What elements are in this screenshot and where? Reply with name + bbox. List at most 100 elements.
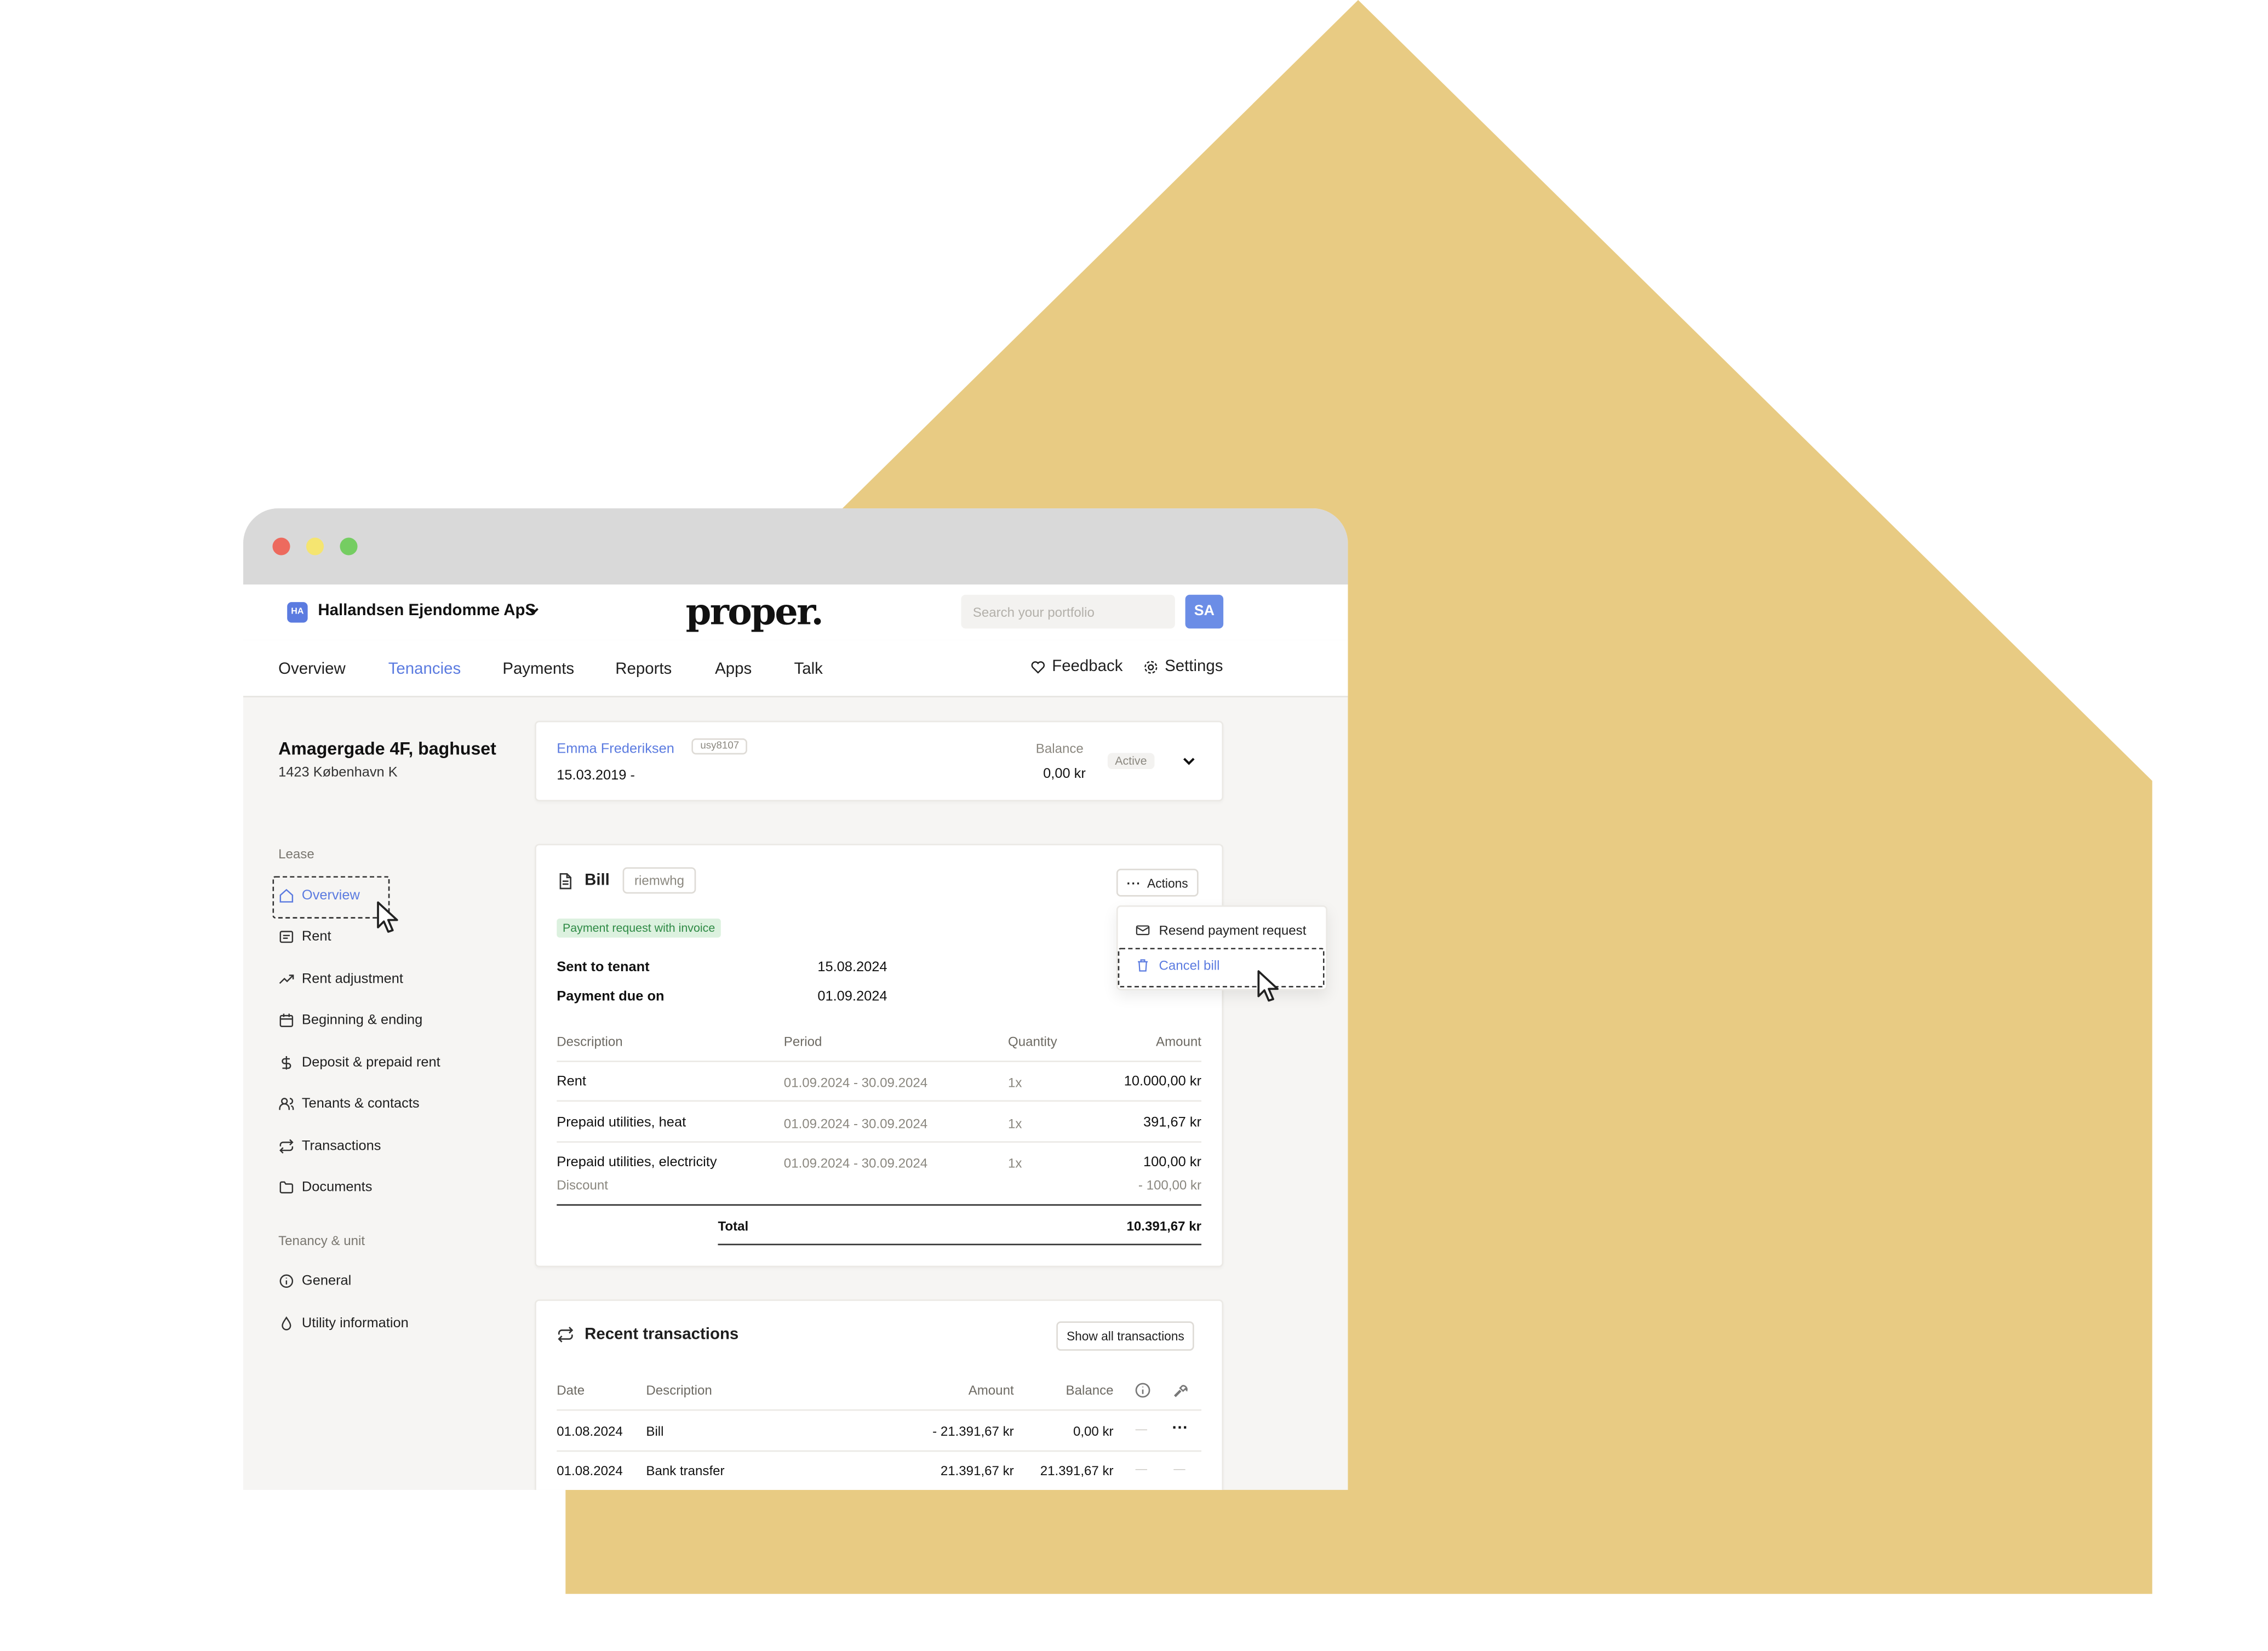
txn-balance: 0,00 kr [1073, 1424, 1114, 1439]
sidebar-item-deposit[interactable]: Deposit & prepaid rent [278, 1055, 440, 1071]
chevron-down-icon[interactable] [1181, 753, 1197, 769]
menu-item-label: Resend payment request [1159, 922, 1307, 938]
txn-col5: — [1135, 1422, 1148, 1436]
sidebar-item-transactions[interactable]: Transactions [278, 1138, 381, 1154]
info-icon[interactable] [1134, 1381, 1152, 1399]
receipt-icon [279, 931, 294, 943]
sidebar-item-label: Documents [301, 1179, 373, 1196]
tenant-card: Emma Frederiksen usy8107 15.03.2019 - Ba… [535, 720, 1224, 801]
gear-icon [1144, 660, 1158, 673]
search-input[interactable] [961, 594, 1175, 629]
sidebar-item-label: Beginning & ending [301, 1012, 423, 1029]
txn-amount: 21.391,67 kr [940, 1463, 1014, 1478]
bill-row-quantity: 1x [1007, 1075, 1022, 1090]
bill-row-quantity: 1x [1007, 1156, 1022, 1171]
sidebar-item-label: Rent [301, 928, 331, 945]
app-header: HA Hallandsen Ejendomme ApS proper. SA [243, 584, 1348, 642]
bill-row-period: 01.09.2024 - 30.09.2024 [783, 1156, 928, 1171]
show-all-transactions-button[interactable]: Show all transactions [1056, 1321, 1195, 1351]
actions-button[interactable]: ··· Actions [1116, 868, 1199, 897]
org-badge: HA [287, 602, 308, 623]
balance-value: 0,00 kr [1043, 766, 1086, 783]
divider [718, 1243, 1202, 1246]
txn-date: 01.08.2024 [557, 1463, 623, 1478]
bill-row-description: Prepaid utilities, heat [557, 1115, 686, 1131]
sidebar-item-beginning-ending[interactable]: Beginning & ending [278, 1012, 422, 1028]
txn-col5: — [1135, 1462, 1148, 1476]
column-amount: Amount [968, 1383, 1014, 1398]
nav-reports[interactable]: Reports [615, 661, 672, 678]
sidebar-item-label: Rent adjustment [301, 971, 403, 988]
transactions-card: Recent transactions Show all transaction… [535, 1299, 1224, 1490]
show-all-label: Show all transactions [1066, 1328, 1184, 1344]
chevron-down-icon[interactable] [526, 604, 541, 618]
app-window: HA Hallandsen Ejendomme ApS proper. SA O… [243, 508, 1348, 1490]
sidebar-item-rent[interactable]: Rent [278, 929, 331, 945]
folder-icon [279, 1181, 294, 1194]
divider [557, 1409, 1202, 1411]
sidebar-item-utility-information[interactable]: Utility information [278, 1316, 409, 1332]
divider [557, 1141, 1202, 1143]
settings-button[interactable]: Settings [1143, 658, 1223, 675]
column-description: Description [646, 1383, 712, 1398]
balance-label: Balance [1035, 741, 1084, 756]
sidebar-item-tenants-contacts[interactable]: Tenants & contacts [278, 1096, 420, 1112]
txn-date: 01.08.2024 [557, 1424, 623, 1439]
bill-row-quantity: 1x [1007, 1116, 1022, 1131]
main-nav: Overview Tenancies Payments Reports Apps… [243, 640, 1348, 698]
maximize-window-button[interactable] [340, 537, 358, 555]
bill-row-period: 01.09.2024 - 30.09.2024 [783, 1075, 928, 1090]
property-title: Amagergade 4F, baghuset [278, 738, 496, 759]
cancel-bill-highlight [1118, 948, 1325, 988]
sidebar-item-general[interactable]: General [278, 1273, 351, 1289]
sidebar-item-label: Tenants & contacts [301, 1096, 420, 1112]
total-label: Total [718, 1219, 749, 1234]
sidebar-item-label: Transactions [301, 1138, 381, 1155]
nav-tenancies[interactable]: Tenancies [388, 661, 461, 678]
nav-overview[interactable]: Overview [278, 661, 346, 678]
payment-due-value: 01.09.2024 [817, 989, 887, 1005]
column-description: Description [557, 1034, 623, 1049]
resend-payment-request-item[interactable]: Resend payment request [1136, 922, 1307, 938]
column-quantity: Quantity [1007, 1034, 1057, 1049]
actions-label: Actions [1147, 875, 1188, 890]
repeat-icon [279, 1139, 294, 1154]
feedback-label: Feedback [1052, 657, 1123, 675]
column-date: Date [557, 1383, 585, 1398]
mail-icon [1136, 925, 1150, 936]
discount-value: - 100,00 kr [1138, 1178, 1202, 1193]
close-window-button[interactable] [272, 537, 290, 555]
column-amount: Amount [1156, 1034, 1202, 1049]
sidebar-item-rent-adjustment[interactable]: Rent adjustment [278, 971, 403, 988]
repeat-icon [558, 1327, 574, 1343]
divider [557, 1100, 1202, 1102]
bill-row-period: 01.09.2024 - 30.09.2024 [783, 1116, 928, 1131]
wrench-icon[interactable] [1172, 1381, 1190, 1399]
settings-label: Settings [1165, 657, 1223, 675]
column-period: Period [783, 1034, 822, 1049]
minimize-window-button[interactable] [306, 537, 324, 555]
status-badge: Active [1107, 753, 1154, 770]
bill-title: Bill [585, 872, 610, 890]
row-more-button[interactable]: ··· [1172, 1419, 1188, 1437]
payment-type-badge: Payment request with invoice [557, 918, 721, 938]
sidebar-item-documents[interactable]: Documents [278, 1179, 372, 1195]
tenant-name-link[interactable]: Emma Frederiksen [557, 741, 674, 757]
tenancy-start-date: 15.03.2019 - [557, 767, 635, 784]
info-icon [279, 1274, 294, 1288]
transactions-title: Recent transactions [585, 1326, 739, 1344]
document-icon [559, 873, 572, 890]
bill-row-amount: 391,67 kr [1143, 1115, 1202, 1131]
drop-icon [282, 1316, 291, 1331]
nav-apps[interactable]: Apps [715, 661, 752, 678]
user-avatar[interactable]: SA [1185, 594, 1224, 629]
feedback-button[interactable]: Feedback [1030, 658, 1122, 675]
nav-payments[interactable]: Payments [502, 661, 574, 678]
sent-to-tenant-label: Sent to tenant [557, 959, 650, 976]
org-switcher[interactable]: Hallandsen Ejendomme ApS [318, 602, 536, 620]
total-value: 10.391,67 kr [1126, 1219, 1202, 1234]
tenancy-unit-heading: Tenancy & unit [278, 1233, 365, 1248]
txn-balance: 21.391,67 kr [1040, 1463, 1114, 1478]
more-dots-icon: ··· [1126, 875, 1142, 890]
nav-talk[interactable]: Talk [794, 661, 823, 678]
